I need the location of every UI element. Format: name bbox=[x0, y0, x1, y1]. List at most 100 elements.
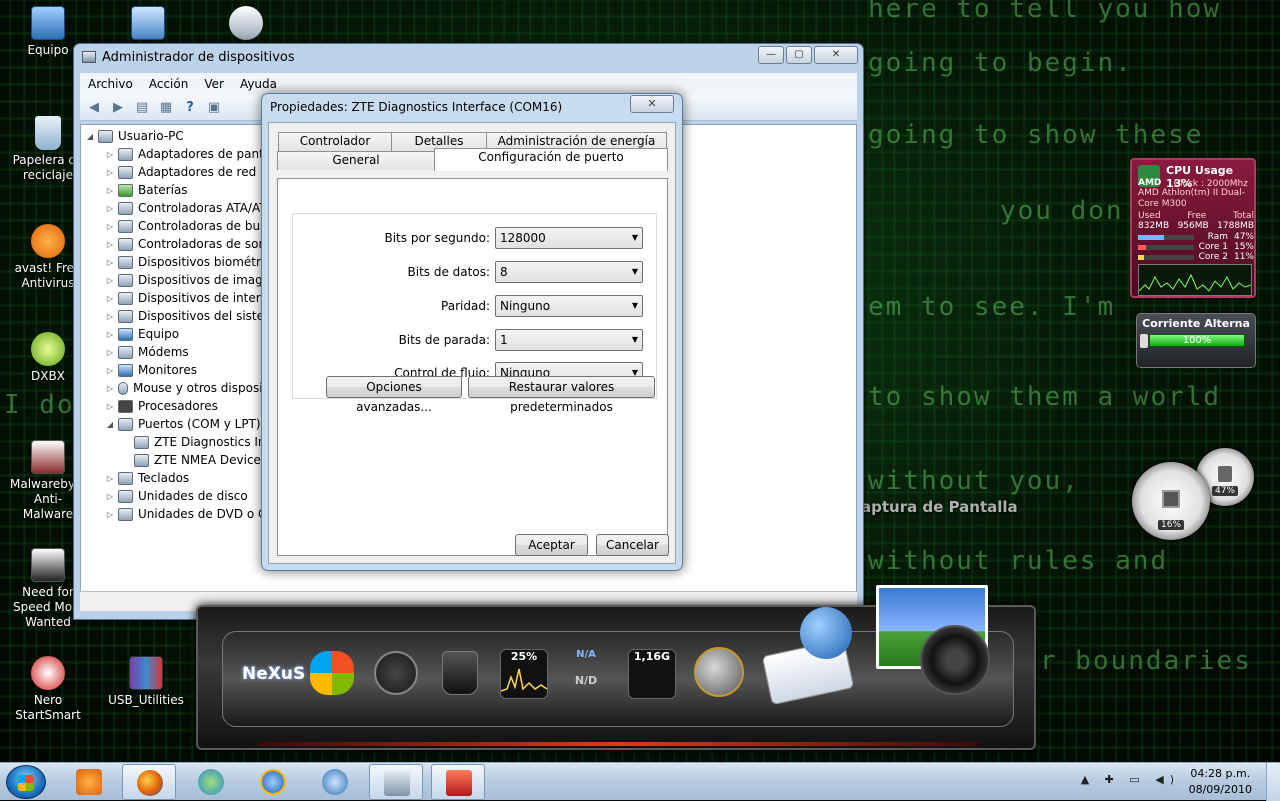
collapse-arrow-icon[interactable]: ◢ bbox=[85, 132, 95, 141]
tree-item[interactable]: ▷ Controladoras ATA/ATAPI bbox=[105, 199, 285, 217]
taskbar-sync-center[interactable] bbox=[308, 764, 362, 800]
expand-arrow-icon[interactable]: ▷ bbox=[105, 222, 115, 231]
dialog-close-button[interactable]: ✕ bbox=[630, 95, 674, 113]
tree-item-label: Dispositivos de interfaz bbox=[138, 291, 279, 305]
close-button[interactable]: ✕ bbox=[814, 46, 858, 64]
bar-value: 47% bbox=[1233, 232, 1254, 242]
expand-arrow-icon[interactable]: ▷ bbox=[105, 186, 115, 195]
expand-arrow-icon[interactable]: ▷ bbox=[105, 168, 115, 177]
scan-hardware-icon[interactable]: ▣ bbox=[204, 99, 224, 117]
expand-arrow-icon[interactable]: ▷ bbox=[105, 240, 115, 249]
expand-arrow-icon[interactable]: ▷ bbox=[105, 384, 115, 393]
expand-arrow-icon[interactable]: ▷ bbox=[105, 366, 115, 375]
expand-arrow-icon[interactable]: ▷ bbox=[105, 150, 115, 159]
tree-item[interactable]: ▷ Equipo bbox=[105, 325, 179, 343]
show-desktop-button[interactable] bbox=[1266, 763, 1280, 801]
tree-item[interactable]: ▷ Dispositivos de interfaz bbox=[105, 289, 279, 307]
taskbar-device-manager[interactable] bbox=[369, 764, 423, 800]
taskbar-media-player[interactable] bbox=[62, 764, 116, 800]
parity-select[interactable]: Ninguno ▼ bbox=[495, 295, 643, 317]
menu-archivo[interactable]: Archivo bbox=[80, 77, 141, 91]
tab-general[interactable]: General bbox=[277, 151, 435, 170]
tab-configuracion-puerto[interactable]: Configuración de puerto bbox=[434, 148, 668, 171]
tree-item[interactable]: ▷ Dispositivos de imagen bbox=[105, 271, 278, 289]
camera-icon[interactable] bbox=[920, 625, 990, 695]
dock-network-meter[interactable]: N/A N/D bbox=[562, 649, 610, 699]
taskbar-internet-explorer[interactable] bbox=[246, 764, 300, 800]
tree-item[interactable]: ▷ Unidades de disco bbox=[105, 487, 248, 505]
matrix-line: I do bbox=[4, 390, 75, 420]
tree-item[interactable]: ▷ Procesadores bbox=[105, 397, 218, 415]
power-gadget[interactable]: Corriente Alterna 100% bbox=[1136, 313, 1256, 368]
network-globe-icon[interactable] bbox=[694, 647, 744, 697]
tab-controlador[interactable]: Controlador bbox=[278, 132, 392, 151]
expand-arrow-icon[interactable]: ▷ bbox=[105, 492, 115, 501]
desktop-icon-shortcut[interactable] bbox=[110, 6, 186, 43]
dock-memory-meter[interactable]: 1,16G bbox=[628, 649, 676, 699]
forward-arrow-icon[interactable]: ▶ bbox=[108, 99, 128, 117]
port-icon bbox=[118, 417, 133, 431]
globe-icon[interactable] bbox=[800, 607, 852, 659]
menu-ayuda[interactable]: Ayuda bbox=[232, 77, 285, 91]
tree-item[interactable]: ▷ Módems bbox=[105, 343, 189, 361]
taskbar-firefox[interactable] bbox=[122, 764, 176, 800]
tree-item[interactable]: ▷ Adaptadores de pantalla bbox=[105, 145, 285, 163]
expand-arrow-icon[interactable]: ▷ bbox=[105, 258, 115, 267]
expand-arrow-icon[interactable]: ▷ bbox=[105, 276, 115, 285]
clock-icon[interactable] bbox=[374, 651, 418, 695]
ok-button[interactable]: Aceptar bbox=[515, 534, 588, 556]
taskbar-clock[interactable]: 04:28 p.m. 08/09/2010 bbox=[1189, 766, 1252, 798]
stop-bits-select[interactable]: 1 ▼ bbox=[495, 329, 643, 351]
cpu-usage-gadget[interactable]: AMD CPU Usage 13% Clock : 2000Mhz AMD At… bbox=[1130, 158, 1256, 298]
tree-subitem[interactable]: ZTE NMEA Device bbox=[131, 451, 261, 469]
desktop-icon-nero[interactable]: Nero StartSmart bbox=[10, 656, 86, 723]
expand-arrow-icon[interactable]: ▷ bbox=[105, 402, 115, 411]
maximize-button[interactable]: ▢ bbox=[786, 46, 812, 64]
collapse-arrow-icon[interactable]: ◢ bbox=[105, 420, 115, 429]
tree-item[interactable]: ▷ Adaptadores de red bbox=[105, 163, 256, 181]
start-button[interactable] bbox=[6, 765, 46, 799]
tree-item[interactable]: ▷ Unidades de DVD o CD bbox=[105, 505, 276, 523]
expand-arrow-icon[interactable]: ▷ bbox=[105, 510, 115, 519]
expand-arrow-icon[interactable]: ▷ bbox=[105, 294, 115, 303]
tree-item[interactable]: ▷ Dispositivos del sistema bbox=[105, 307, 283, 325]
bits-per-second-select[interactable]: 128000 ▼ bbox=[495, 227, 643, 249]
desktop-icon-usb-utilities[interactable]: USB_Utilities bbox=[108, 656, 184, 708]
cancel-button[interactable]: Cancelar bbox=[596, 534, 669, 556]
tree-item-label: Unidades de disco bbox=[138, 489, 248, 503]
tree-item[interactable]: ▷ Dispositivos biométricos bbox=[105, 253, 285, 271]
restore-defaults-button[interactable]: Restaurar valores predeterminados bbox=[468, 376, 655, 414]
recycle-bin-icon[interactable] bbox=[442, 651, 478, 695]
desktop-icon-nexus[interactable] bbox=[208, 6, 284, 43]
data-bits-select[interactable]: 8 ▼ bbox=[495, 261, 643, 283]
expand-arrow-icon[interactable]: ▷ bbox=[105, 204, 115, 213]
properties-icon[interactable]: ▦ bbox=[156, 99, 176, 117]
dropdown-arrow-icon: ▼ bbox=[631, 267, 638, 276]
tree-item[interactable]: ▷ Baterías bbox=[105, 181, 188, 199]
expand-arrow-icon[interactable]: ▷ bbox=[105, 312, 115, 321]
expand-arrow-icon[interactable]: ▷ bbox=[105, 330, 115, 339]
taskbar-messenger[interactable] bbox=[184, 764, 238, 800]
tree-item-expanded[interactable]: ◢ Puertos (COM y LPT) bbox=[105, 415, 261, 433]
tree-root[interactable]: ◢ Usuario-PC bbox=[85, 127, 184, 145]
expand-arrow-icon[interactable]: ▷ bbox=[105, 348, 115, 357]
system-tray[interactable]: ▲ ✚ ▭ ◀) bbox=[1081, 773, 1180, 786]
show-hide-tree-icon[interactable]: ▤ bbox=[132, 99, 152, 117]
back-arrow-icon[interactable]: ◀ bbox=[84, 99, 104, 117]
minimize-button[interactable]: — bbox=[758, 46, 784, 64]
menu-ver[interactable]: Ver bbox=[196, 77, 232, 91]
dock-nexus-logo[interactable]: NeXuS bbox=[242, 659, 305, 689]
taskbar-properties-dialog[interactable] bbox=[431, 764, 485, 800]
tree-item[interactable]: ▷ Teclados bbox=[105, 469, 189, 487]
tree-item[interactable]: ▷ Monitores bbox=[105, 361, 197, 379]
advanced-options-button[interactable]: Opciones avanzadas... bbox=[326, 376, 462, 414]
dxbx-icon bbox=[31, 332, 65, 366]
tree-item[interactable]: ▷ Controladoras de sonido bbox=[105, 235, 284, 253]
dock-cpu-meter[interactable]: 25% bbox=[500, 649, 548, 699]
help-icon[interactable]: ? bbox=[180, 99, 200, 117]
brand-label: AMD bbox=[1138, 178, 1162, 188]
menu-accion[interactable]: Acción bbox=[141, 77, 196, 91]
expand-arrow-icon[interactable]: ▷ bbox=[105, 474, 115, 483]
cpu-gauge[interactable]: 16% bbox=[1132, 462, 1210, 540]
windows-logo-icon[interactable] bbox=[310, 651, 354, 695]
